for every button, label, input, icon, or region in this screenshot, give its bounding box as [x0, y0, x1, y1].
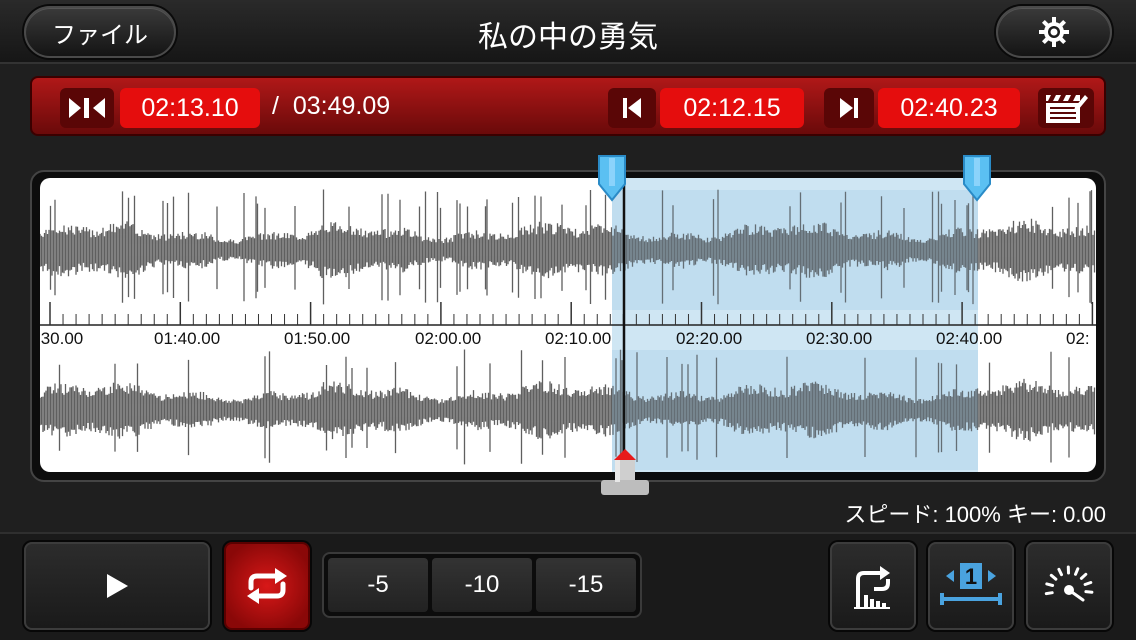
total-time-display: / 03:49.09	[272, 92, 390, 121]
tick-label: 02:00.00	[415, 329, 481, 348]
gauge-tick	[1079, 572, 1088, 580]
time-bar: 02:13.10 / 03:49.09 02:12.15 02:40.23	[30, 76, 1106, 136]
loop-start-marker[interactable]	[597, 154, 629, 204]
tick-label: 01:40.00	[154, 329, 220, 348]
gauge-tick	[1045, 582, 1055, 587]
waveform-channel-top	[40, 189, 1096, 310]
loop-bars-icon	[854, 566, 890, 609]
loop-toggle-button[interactable]	[224, 542, 310, 630]
gauge-tick	[1049, 573, 1058, 581]
skip-back-group: -5 -10 -15	[322, 552, 642, 618]
loop-practice-button[interactable]	[830, 542, 916, 630]
tick-label: :30.00	[40, 329, 83, 348]
marker-number-icon: 1	[940, 563, 1002, 605]
tick-label: 02:40.00	[936, 329, 1002, 348]
set-loop-start-icon	[623, 98, 641, 118]
jump-to-start-icon	[69, 98, 105, 118]
gauge-tick	[1083, 581, 1093, 586]
play-icon	[107, 574, 128, 598]
marker-number-button[interactable]: 1	[928, 542, 1014, 630]
playhead-handle[interactable]	[600, 448, 650, 496]
selection-tint	[612, 350, 978, 470]
current-time-display[interactable]: 02:13.10	[120, 88, 260, 128]
settings-button[interactable]	[996, 6, 1112, 58]
tick-label: 02:20.00	[676, 329, 742, 348]
clapperboard-button[interactable]	[1038, 88, 1094, 128]
jump-to-start-button[interactable]	[60, 88, 114, 128]
speed-gauge-button[interactable]	[1026, 542, 1112, 630]
skip-back-10-button[interactable]: -10	[432, 558, 532, 612]
speed-key-status: スピード: 100% キー: 0.00	[844, 502, 1106, 527]
selection-tint	[612, 190, 978, 310]
gear-icon	[1039, 17, 1069, 47]
clapperboard-icon	[1046, 95, 1088, 123]
gauge-tick	[1074, 567, 1080, 576]
repeat-icon	[247, 568, 287, 604]
waveform-channel-bottom	[40, 349, 1096, 470]
file-button-label: ファイル	[52, 20, 148, 49]
waveform-view[interactable]: :30.00 01:40.00 01:50.00 02:00.00 02:10.…	[40, 178, 1096, 472]
gauge-tick	[1057, 567, 1063, 577]
loop-end-time[interactable]: 02:40.23	[878, 88, 1020, 128]
loop-start-time[interactable]: 02:12.15	[660, 88, 804, 128]
speedometer-icon	[1044, 565, 1094, 602]
gauge-tick	[1084, 590, 1094, 594]
gauge-tick	[1044, 591, 1054, 596]
loop-start-button[interactable]	[608, 88, 656, 128]
loop-end-marker[interactable]	[962, 154, 994, 204]
song-title: 私の中の勇気	[478, 20, 658, 55]
file-button[interactable]: ファイル	[24, 6, 176, 58]
waveform-canvas: :30.00 01:40.00 01:50.00 02:00.00 02:10.…	[40, 178, 1096, 472]
skip-back-15-button[interactable]: -15	[536, 558, 636, 612]
play-button[interactable]	[24, 542, 210, 630]
set-loop-end-icon	[840, 98, 858, 118]
time-separator: /	[272, 92, 279, 120]
total-time-value: 03:49.09	[292, 92, 391, 120]
loop-end-button[interactable]	[824, 88, 874, 128]
tick-label: 01:50.00	[284, 329, 350, 348]
svg-text:1: 1	[965, 564, 977, 589]
tick-label: 02:30.00	[806, 329, 872, 348]
skip-back-5-button[interactable]: -5	[328, 558, 428, 612]
tick-label: 02:10.00	[545, 329, 611, 348]
tick-label: 02:	[1066, 329, 1090, 348]
